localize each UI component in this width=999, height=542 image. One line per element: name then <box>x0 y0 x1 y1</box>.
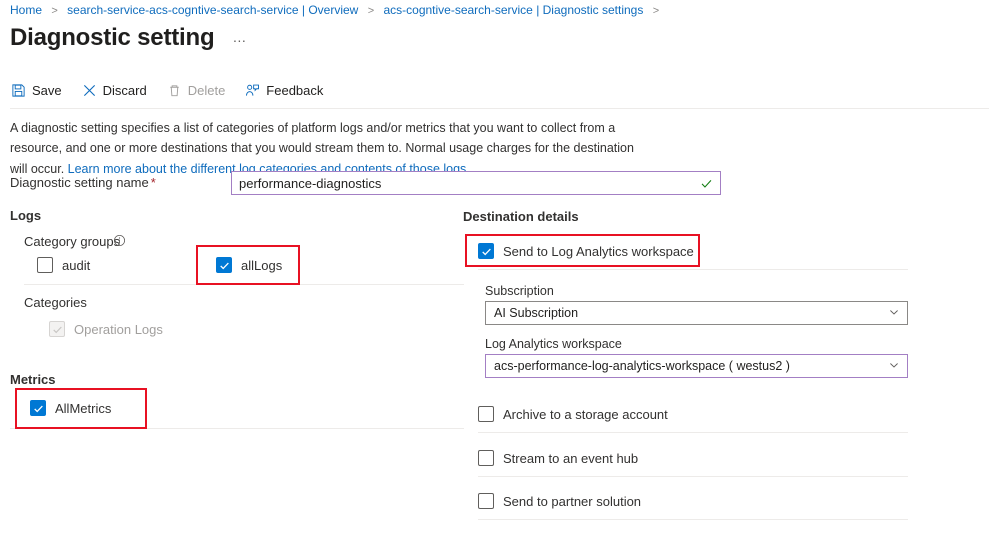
log-analytics-workspace-label: Log Analytics workspace <box>485 337 622 351</box>
categories-label: Categories <box>24 295 87 310</box>
category-groups-label: Category groups <box>24 234 121 249</box>
breadcrumb-item-diagnostic-settings[interactable]: acs-cogntive-search-service | Diagnostic… <box>383 3 643 17</box>
breadcrumb-item-home[interactable]: Home <box>10 3 42 17</box>
metrics-divider <box>10 428 464 429</box>
metrics-section-heading: Metrics <box>10 372 56 387</box>
stream-divider <box>478 476 908 477</box>
logs-section-heading: Logs <box>10 208 42 223</box>
destination-details-heading: Destination details <box>463 209 579 224</box>
log-analytics-workspace-value: acs-performance-log-analytics-workspace … <box>494 359 790 373</box>
checkbox-label-archive-storage: Archive to a storage account <box>503 406 668 422</box>
checkmark-icon <box>700 177 713 190</box>
checkbox-partner-solution[interactable] <box>478 493 494 509</box>
command-bar: Save Discard Delete Feedback <box>10 81 324 100</box>
feedback-button[interactable]: Feedback <box>244 81 324 100</box>
checkbox-label-send-log-analytics: Send to Log Analytics workspace <box>503 243 694 259</box>
description-text: A diagnostic setting specifies a list of… <box>10 118 642 179</box>
feedback-label: Feedback <box>266 83 324 98</box>
diagnostic-setting-name-input[interactable] <box>232 172 700 194</box>
subscription-label: Subscription <box>485 284 554 298</box>
chevron-down-icon <box>888 306 900 321</box>
diagnostic-setting-page: Home > search-service-acs-cogntive-searc… <box>0 0 999 542</box>
checkbox-row-audit[interactable]: audit <box>37 257 90 273</box>
page-title: Diagnostic setting <box>10 24 215 51</box>
info-icon[interactable] <box>113 234 126 247</box>
diagnostic-setting-name-label: Diagnostic setting name * <box>10 175 156 190</box>
name-label-text: Diagnostic setting name <box>10 175 149 190</box>
send-log-analytics-divider <box>478 269 908 270</box>
chevron-down-icon <box>888 359 900 374</box>
checkbox-operation-logs <box>49 321 65 337</box>
save-button[interactable]: Save <box>10 81 63 100</box>
checkbox-row-allmetrics[interactable]: AllMetrics <box>30 400 111 416</box>
breadcrumb-item-search-service-overview[interactable]: search-service-acs-cogntive-search-servi… <box>67 3 358 17</box>
trash-icon <box>167 83 182 98</box>
checkbox-row-send-log-analytics[interactable]: Send to Log Analytics workspace <box>478 243 694 259</box>
checkbox-row-operation-logs: Operation Logs <box>49 321 163 337</box>
checkbox-audit[interactable] <box>37 257 53 273</box>
breadcrumb-separator-trailing: > <box>652 5 660 17</box>
checkbox-label-alllogs: allLogs <box>241 257 283 273</box>
checkbox-stream-event-hub[interactable] <box>478 450 494 466</box>
delete-label: Delete <box>187 83 226 98</box>
diagnostic-setting-name-field[interactable] <box>231 171 721 195</box>
checkbox-row-archive-storage[interactable]: Archive to a storage account <box>478 406 668 422</box>
checkbox-send-log-analytics[interactable] <box>478 243 494 259</box>
subscription-dropdown[interactable]: AI Subscription <box>485 301 908 325</box>
checkbox-row-stream-event-hub[interactable]: Stream to an event hub <box>478 450 638 466</box>
checkbox-label-allmetrics: AllMetrics <box>55 400 112 416</box>
command-bar-divider <box>10 108 989 109</box>
breadcrumb-separator: > <box>367 5 375 17</box>
checkbox-label-operation-logs: Operation Logs <box>74 321 163 337</box>
checkbox-archive-storage[interactable] <box>478 406 494 422</box>
subscription-value: AI Subscription <box>494 306 579 320</box>
log-analytics-workspace-dropdown[interactable]: acs-performance-log-analytics-workspace … <box>485 354 908 378</box>
close-icon <box>82 83 97 98</box>
breadcrumb: Home > search-service-acs-cogntive-searc… <box>10 3 665 17</box>
checkbox-allmetrics[interactable] <box>30 400 46 416</box>
save-label: Save <box>32 83 62 98</box>
more-options-button[interactable]: … <box>228 27 251 47</box>
delete-button: Delete <box>166 81 227 100</box>
discard-button[interactable]: Discard <box>81 81 148 100</box>
archive-divider <box>478 432 908 433</box>
discard-label: Discard <box>102 83 147 98</box>
checkbox-label-partner-solution: Send to partner solution <box>503 493 642 509</box>
checkbox-row-alllogs[interactable]: allLogs <box>216 257 282 273</box>
checkbox-label-audit: audit <box>62 257 91 273</box>
required-marker: * <box>150 175 156 190</box>
page-title-row: Diagnostic setting … <box>10 24 251 51</box>
checkbox-alllogs[interactable] <box>216 257 232 273</box>
checkbox-row-partner-solution[interactable]: Send to partner solution <box>478 493 641 509</box>
feedback-icon <box>245 83 260 98</box>
category-groups-divider <box>24 284 464 285</box>
partner-divider <box>478 519 908 520</box>
checkbox-label-stream-event-hub: Stream to an event hub <box>503 450 639 466</box>
breadcrumb-separator: > <box>51 5 58 17</box>
save-icon <box>11 83 26 98</box>
